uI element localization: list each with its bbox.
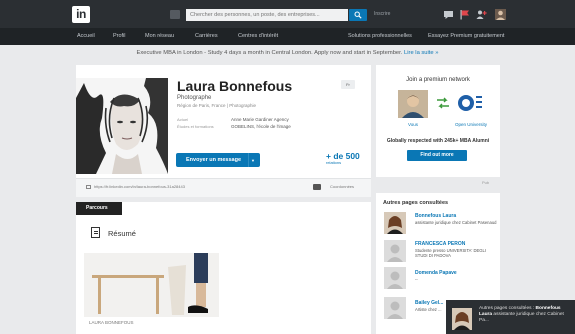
summary-icon — [91, 227, 100, 238]
profile-location: Région de Paris, France | Photographie — [177, 103, 256, 108]
ad-banner-text: Executive MBA in London - Study 4 days a… — [136, 50, 403, 56]
avatar[interactable] — [384, 212, 406, 234]
ad-banner: Executive MBA in London - Study 4 days a… — [0, 50, 575, 56]
current-value[interactable]: Anne Marie Gardiner Agency — [231, 117, 289, 122]
flag-notifications-icon[interactable] — [459, 9, 470, 20]
education-value[interactable]: GOBELINS, l'école de l'image — [231, 124, 291, 129]
avatar-placeholder[interactable] — [384, 240, 406, 262]
nav-item-home[interactable]: Accueil — [77, 33, 95, 40]
media-caption: LAURA BONNEFOUS — [89, 320, 134, 325]
summary-title: Résumé — [108, 229, 136, 238]
connections-label: relations — [326, 160, 342, 165]
avatar-placeholder[interactable] — [384, 267, 406, 289]
tab-background[interactable]: Parcours — [76, 202, 122, 215]
education-label: Études et formations — [177, 124, 214, 129]
nav-item-profile[interactable]: Profil — [113, 33, 126, 40]
current-label: Actuel — [177, 117, 189, 122]
premium-ad-text: Globally respected with 245k+ MBA Alumni — [386, 138, 490, 144]
university-logo — [455, 90, 485, 118]
nav-item-careers[interactable]: Carrières — [195, 33, 218, 40]
profile-photo — [76, 78, 168, 174]
public-profile-url[interactable]: https://fr.linkedin.com/in/laura-bonnefo… — [94, 184, 185, 189]
chevron-down-icon[interactable]: ▼ — [251, 158, 255, 163]
university-label: Open University — [454, 122, 487, 127]
list-item-desc: Studente presso UNIVERSITA' DEGLI STUDI … — [415, 248, 487, 258]
add-connections-icon[interactable] — [476, 9, 487, 20]
ad-banner-link[interactable]: Lire la suite » — [404, 50, 438, 56]
profile-headline: Photographe — [177, 95, 212, 101]
toast-avatar — [452, 308, 472, 330]
list-item-desc: assistante juridique chez Cabinet Pasena… — [415, 220, 497, 225]
list-item-name[interactable]: Bailey Gel... — [415, 300, 443, 306]
summary-media-thumbnail[interactable] — [84, 253, 219, 317]
search-scope-label[interactable]: Inscrire — [374, 10, 390, 19]
list-item-desc: -- — [415, 277, 418, 282]
nav-item-business-solutions[interactable]: Solutions professionnelles — [348, 33, 412, 40]
messages-icon[interactable] — [443, 9, 454, 20]
nav-item-network[interactable]: Mon réseau — [145, 33, 174, 40]
linkedin-logo[interactable]: in — [72, 6, 90, 23]
search-input[interactable] — [186, 9, 348, 21]
exchange-arrows-icon — [437, 97, 449, 109]
avatar-placeholder[interactable] — [384, 297, 406, 319]
search-icon — [354, 11, 362, 19]
viewer-label: Vous — [407, 122, 418, 127]
public-profile-icon — [86, 185, 91, 189]
nav-item-premium-trial[interactable]: Essayez Premium gratuitement — [428, 33, 504, 40]
contact-info-link[interactable]: Coordonnées — [330, 184, 354, 189]
also-viewed-title: Autres pages consultées — [383, 200, 449, 206]
find-out-more-button[interactable]: Find out more — [407, 150, 467, 161]
premium-ad-title: Join a premium network — [406, 77, 470, 83]
list-item-name[interactable]: Domenda Papave — [415, 270, 457, 276]
search-button[interactable] — [349, 9, 367, 21]
list-item-name[interactable]: Bonnefous Laura — [415, 213, 456, 219]
viewer-avatar — [398, 90, 428, 118]
ad-label: Pub — [482, 180, 490, 185]
advanced-search-button[interactable] — [170, 10, 180, 19]
toast-text: Autres pages consultées : Bonnefous Laur… — [479, 306, 571, 324]
profile-name: Laura Bonnefous — [177, 78, 293, 94]
contact-card-icon[interactable] — [313, 184, 321, 190]
nav-item-interests[interactable]: Centres d'intérêt — [238, 33, 278, 40]
button-divider — [248, 153, 249, 167]
toast-desc: assistante juridique chez Cabinet Pa... — [479, 312, 564, 323]
language-badge[interactable]: Fr — [341, 80, 355, 89]
list-item-name[interactable]: FRANCESCA PERON — [415, 241, 465, 247]
toast-title: Autres pages consultées : — [479, 306, 535, 311]
account-avatar-icon[interactable] — [495, 9, 506, 20]
